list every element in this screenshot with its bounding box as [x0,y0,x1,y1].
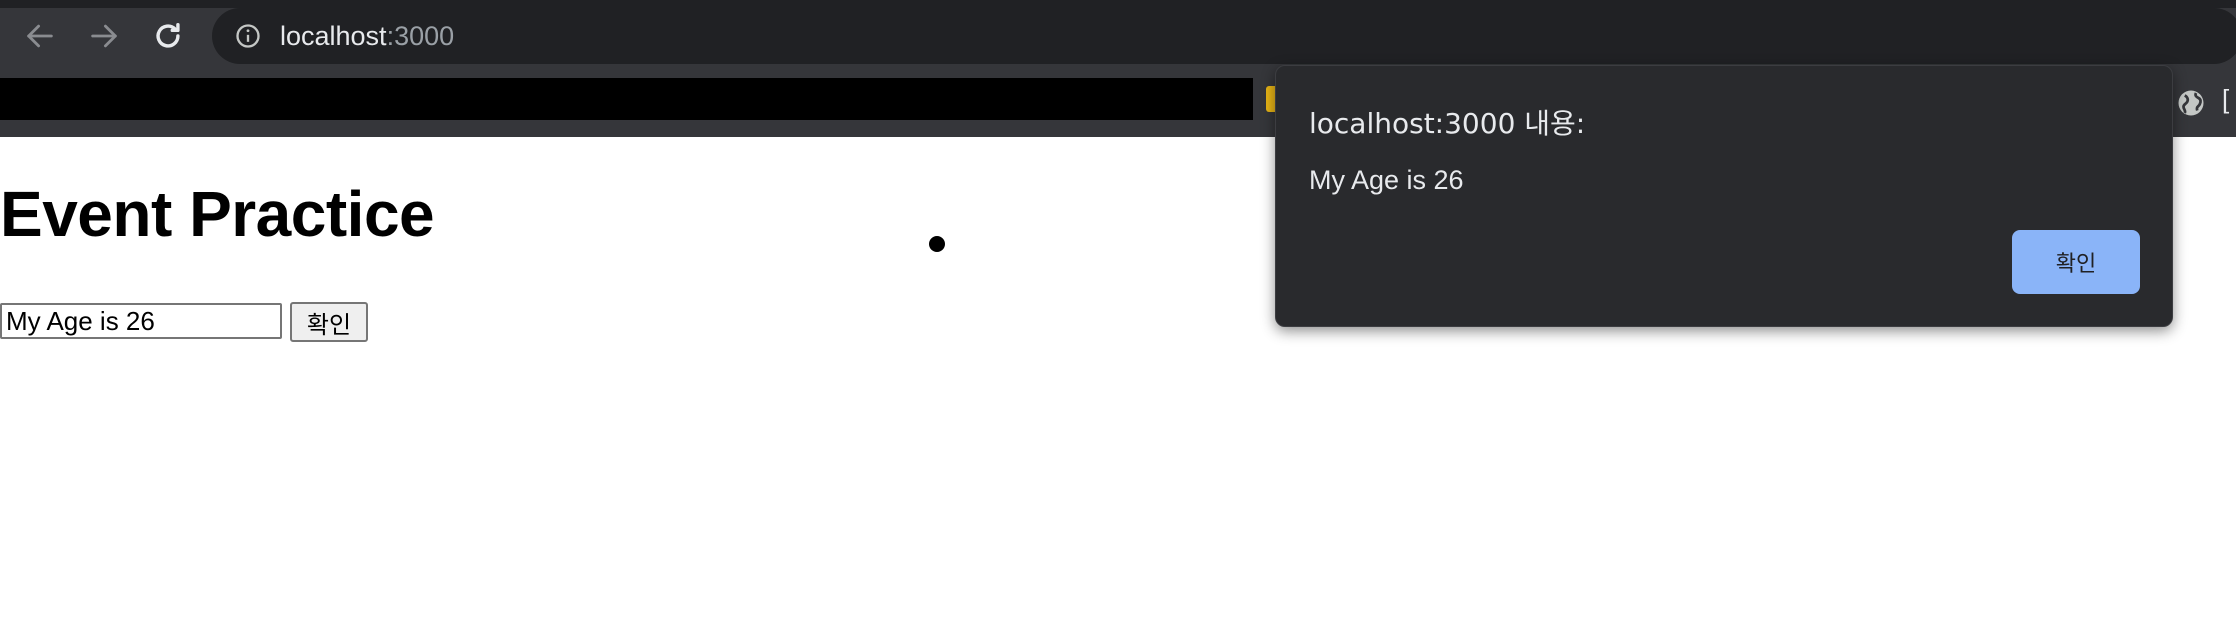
bookmark-item-partial[interactable]: [ [2222,84,2236,116]
address-bar[interactable]: localhost:3000 [212,8,2236,64]
globe-icon[interactable] [2176,88,2206,118]
mouse-cursor [929,236,945,252]
arrow-left-icon [27,24,53,48]
confirm-button[interactable]: 확인 [290,302,368,342]
page-title: Event Practice [0,178,435,250]
alert-message: My Age is 26 [1309,165,1464,195]
forward-button[interactable] [78,14,130,58]
alert-dialog: localhost:3000 내용: My Age is 26 확인 [1275,65,2173,327]
reload-icon [156,22,180,48]
alert-ok-button[interactable]: 확인 [2012,230,2140,294]
tab-strip [0,0,2236,8]
back-button[interactable] [14,14,66,58]
reload-button[interactable] [142,14,194,58]
url-text: localhost:3000 [280,21,454,52]
info-icon[interactable] [234,22,262,50]
alert-title: localhost:3000 내용: [1309,107,1586,140]
message-input[interactable] [0,303,282,339]
url-host: localhost [280,20,387,51]
bookmarks-bar-redacted [0,78,1253,120]
url-port: :3000 [386,20,455,51]
arrow-right-icon [91,24,117,48]
